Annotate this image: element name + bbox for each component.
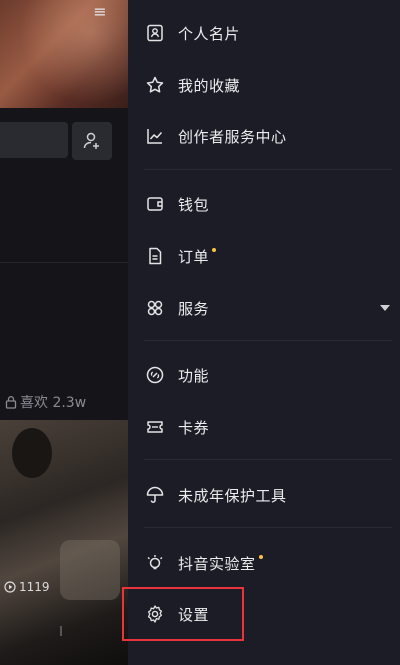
menu-item-minor-protection[interactable]: 未成年保护工具	[128, 475, 400, 515]
grid-icon	[145, 298, 165, 318]
play-count-value: 1119	[19, 580, 50, 594]
star-icon	[145, 75, 165, 95]
menu-item-label: 订单	[178, 246, 217, 267]
menu-item-label: 抖音实验室	[178, 553, 263, 574]
likes-tab[interactable]: 喜欢 2.3w	[4, 392, 86, 412]
play-icon	[4, 581, 16, 593]
menu-icon[interactable]: ≡	[92, 4, 108, 20]
gear-icon	[145, 604, 165, 624]
notification-dot	[258, 554, 263, 559]
video-thumbnail[interactable]	[0, 420, 130, 665]
menu-item-lab[interactable]: 抖音实验室	[128, 543, 400, 583]
menu-item-label: 我的收藏	[178, 76, 241, 95]
link-icon	[145, 365, 165, 385]
menu-item-label: 未成年保护工具	[178, 486, 287, 505]
menu-item-label: 功能	[178, 366, 210, 385]
notification-dot	[212, 247, 217, 252]
menu-item-features[interactable]: 功能	[128, 355, 400, 395]
divider	[144, 340, 392, 341]
menu-item-settings[interactable]: 设置	[128, 594, 400, 634]
ticket-icon	[145, 417, 165, 437]
umbrella-icon	[145, 485, 165, 505]
lab-label: 抖音实验室	[178, 554, 256, 573]
likes-label: 喜欢 2.3w	[20, 395, 87, 411]
orders-label: 订单	[178, 247, 210, 266]
menu-item-label: 服务	[178, 299, 210, 318]
menu-item-card[interactable]: 个人名片	[128, 13, 400, 53]
menu-item-creator[interactable]: 创作者服务中心	[128, 116, 400, 156]
cover-photo	[0, 0, 130, 108]
menu-item-wallet[interactable]: 钱包	[128, 184, 400, 224]
menu-item-label: 创作者服务中心	[178, 127, 287, 146]
divider	[144, 169, 392, 170]
menu-item-services[interactable]: 服务	[128, 288, 400, 328]
menu-item-label: 钱包	[178, 195, 210, 214]
add-user-icon	[83, 132, 99, 149]
menu-item-label: 卡券	[178, 418, 210, 437]
menu-item-coupons[interactable]: 卡券	[128, 407, 400, 447]
side-drawer: 个人名片 我的收藏 创作者服务中心 钱包 订单 服务 功能 卡券 未成年保护工具…	[128, 0, 400, 665]
divider	[144, 527, 392, 528]
divider	[144, 459, 392, 460]
chevron-down-icon[interactable]	[380, 305, 390, 311]
menu-item-label: 设置	[178, 605, 210, 624]
divider	[0, 262, 130, 263]
document-icon	[145, 246, 165, 266]
play-count: 1119	[4, 580, 50, 594]
id-card-icon	[145, 23, 165, 43]
wallet-icon	[145, 194, 165, 214]
search-box[interactable]	[0, 122, 68, 158]
chart-icon	[145, 126, 165, 146]
divider	[60, 626, 62, 636]
lock-icon	[5, 396, 17, 409]
menu-item-favorites[interactable]: 我的收藏	[128, 65, 400, 105]
menu-item-label: 个人名片	[178, 24, 241, 43]
bulb-icon	[145, 553, 165, 573]
background-page: ≡ 喜欢 2.3w 1119	[0, 0, 130, 665]
menu-item-orders[interactable]: 订单	[128, 236, 400, 276]
add-friend-button[interactable]	[72, 122, 112, 160]
